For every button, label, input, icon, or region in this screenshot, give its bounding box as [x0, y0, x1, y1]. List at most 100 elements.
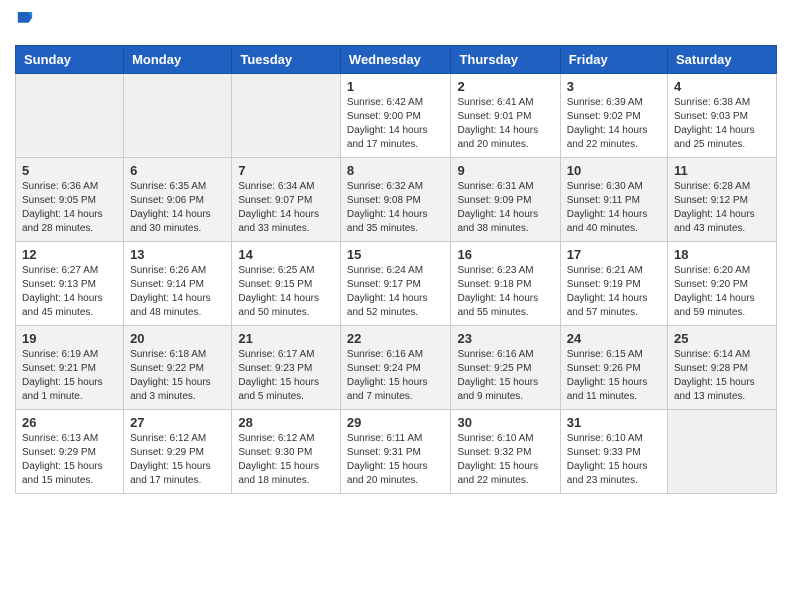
calendar-cell: 21 Sunrise: 6:17 AM Sunset: 9:23 PM Dayli…	[232, 326, 341, 410]
calendar-cell: 17 Sunrise: 6:21 AM Sunset: 9:19 PM Dayli…	[560, 242, 667, 326]
day-info: Sunrise: 6:19 AM Sunset: 9:21 PM Dayligh…	[22, 348, 117, 404]
calendar-week-2: 5 Sunrise: 6:36 AM Sunset: 9:05 PM Daylig…	[16, 158, 777, 242]
day-info: Sunrise: 6:15 AM Sunset: 9:26 PM Dayligh…	[567, 348, 661, 404]
day-number: 6	[130, 163, 225, 178]
day-info: Sunrise: 6:35 AM Sunset: 9:06 PM Dayligh…	[130, 180, 225, 236]
calendar-cell: 27 Sunrise: 6:12 AM Sunset: 9:29 PM Dayli…	[124, 410, 232, 494]
day-number: 28	[238, 415, 334, 430]
logo	[15, 10, 34, 37]
calendar-cell: 4Sunrise: 6:38 AM Sunset: 9:03 PM Daylig…	[668, 74, 777, 158]
col-monday: Monday	[124, 46, 232, 74]
calendar-cell: 5 Sunrise: 6:36 AM Sunset: 9:05 PM Daylig…	[16, 158, 124, 242]
day-info: Sunrise: 6:28 AM Sunset: 9:12 PM Dayligh…	[674, 180, 770, 236]
logo-icon	[16, 10, 34, 32]
header	[15, 10, 777, 37]
page: Sunday Monday Tuesday Wednesday Thursday…	[0, 0, 792, 612]
day-info: Sunrise: 6:36 AM Sunset: 9:05 PM Dayligh…	[22, 180, 117, 236]
day-number: 17	[567, 247, 661, 262]
calendar: Sunday Monday Tuesday Wednesday Thursday…	[15, 45, 777, 494]
calendar-cell: 13 Sunrise: 6:26 AM Sunset: 9:14 PM Dayli…	[124, 242, 232, 326]
day-number: 15	[347, 247, 445, 262]
day-number: 19	[22, 331, 117, 346]
day-info: Sunrise: 6:27 AM Sunset: 9:13 PM Dayligh…	[22, 264, 117, 320]
calendar-cell: 10Sunrise: 6:30 AM Sunset: 9:11 PM Dayli…	[560, 158, 667, 242]
day-number: 16	[457, 247, 553, 262]
day-info: Sunrise: 6:20 AM Sunset: 9:20 PM Dayligh…	[674, 264, 770, 320]
calendar-cell: 29 Sunrise: 6:11 AM Sunset: 9:31 PM Dayli…	[340, 410, 451, 494]
day-number: 12	[22, 247, 117, 262]
col-tuesday: Tuesday	[232, 46, 341, 74]
day-info: Sunrise: 6:16 AM Sunset: 9:25 PM Dayligh…	[457, 348, 553, 404]
day-number: 13	[130, 247, 225, 262]
day-number: 20	[130, 331, 225, 346]
calendar-cell	[668, 410, 777, 494]
calendar-cell: 20 Sunrise: 6:18 AM Sunset: 9:22 PM Dayli…	[124, 326, 232, 410]
day-info: Sunrise: 6:11 AM Sunset: 9:31 PM Dayligh…	[347, 432, 445, 488]
col-wednesday: Wednesday	[340, 46, 451, 74]
calendar-cell: 7Sunrise: 6:34 AM Sunset: 9:07 PM Daylig…	[232, 158, 341, 242]
day-info: Sunrise: 6:42 AM Sunset: 9:00 PM Dayligh…	[347, 96, 445, 152]
day-info: Sunrise: 6:17 AM Sunset: 9:23 PM Dayligh…	[238, 348, 334, 404]
day-info: Sunrise: 6:39 AM Sunset: 9:02 PM Dayligh…	[567, 96, 661, 152]
day-info: Sunrise: 6:24 AM Sunset: 9:17 PM Dayligh…	[347, 264, 445, 320]
calendar-cell: 9 Sunrise: 6:31 AM Sunset: 9:09 PM Daylig…	[451, 158, 560, 242]
calendar-cell: 3 Sunrise: 6:39 AM Sunset: 9:02 PM Daylig…	[560, 74, 667, 158]
day-number: 1	[347, 79, 445, 94]
calendar-cell: 22 Sunrise: 6:16 AM Sunset: 9:24 PM Dayli…	[340, 326, 451, 410]
day-number: 26	[22, 415, 117, 430]
calendar-cell: 16Sunrise: 6:23 AM Sunset: 9:18 PM Dayli…	[451, 242, 560, 326]
calendar-cell: 30Sunrise: 6:10 AM Sunset: 9:32 PM Dayli…	[451, 410, 560, 494]
calendar-cell: 15 Sunrise: 6:24 AM Sunset: 9:17 PM Dayli…	[340, 242, 451, 326]
col-friday: Friday	[560, 46, 667, 74]
calendar-week-3: 12 Sunrise: 6:27 AM Sunset: 9:13 PM Dayli…	[16, 242, 777, 326]
calendar-cell: 24 Sunrise: 6:15 AM Sunset: 9:26 PM Dayli…	[560, 326, 667, 410]
day-number: 8	[347, 163, 445, 178]
day-info: Sunrise: 6:31 AM Sunset: 9:09 PM Dayligh…	[457, 180, 553, 236]
day-info: Sunrise: 6:10 AM Sunset: 9:33 PM Dayligh…	[567, 432, 661, 488]
calendar-cell	[232, 74, 341, 158]
day-number: 5	[22, 163, 117, 178]
day-info: Sunrise: 6:16 AM Sunset: 9:24 PM Dayligh…	[347, 348, 445, 404]
day-info: Sunrise: 6:26 AM Sunset: 9:14 PM Dayligh…	[130, 264, 225, 320]
day-number: 3	[567, 79, 661, 94]
day-number: 31	[567, 415, 661, 430]
calendar-cell: 23 Sunrise: 6:16 AM Sunset: 9:25 PM Dayli…	[451, 326, 560, 410]
col-saturday: Saturday	[668, 46, 777, 74]
day-info: Sunrise: 6:18 AM Sunset: 9:22 PM Dayligh…	[130, 348, 225, 404]
day-number: 25	[674, 331, 770, 346]
day-info: Sunrise: 6:10 AM Sunset: 9:32 PM Dayligh…	[457, 432, 553, 488]
calendar-week-4: 19 Sunrise: 6:19 AM Sunset: 9:21 PM Dayli…	[16, 326, 777, 410]
calendar-week-5: 26Sunrise: 6:13 AM Sunset: 9:29 PM Dayli…	[16, 410, 777, 494]
day-number: 2	[457, 79, 553, 94]
calendar-cell: 14Sunrise: 6:25 AM Sunset: 9:15 PM Dayli…	[232, 242, 341, 326]
day-info: Sunrise: 6:38 AM Sunset: 9:03 PM Dayligh…	[674, 96, 770, 152]
calendar-cell: 1 Sunrise: 6:42 AM Sunset: 9:00 PM Daylig…	[340, 74, 451, 158]
day-number: 23	[457, 331, 553, 346]
day-number: 22	[347, 331, 445, 346]
day-info: Sunrise: 6:25 AM Sunset: 9:15 PM Dayligh…	[238, 264, 334, 320]
day-number: 21	[238, 331, 334, 346]
day-number: 10	[567, 163, 661, 178]
day-info: Sunrise: 6:14 AM Sunset: 9:28 PM Dayligh…	[674, 348, 770, 404]
day-info: Sunrise: 6:32 AM Sunset: 9:08 PM Dayligh…	[347, 180, 445, 236]
calendar-cell: 12 Sunrise: 6:27 AM Sunset: 9:13 PM Dayli…	[16, 242, 124, 326]
calendar-cell: 11 Sunrise: 6:28 AM Sunset: 9:12 PM Dayli…	[668, 158, 777, 242]
day-number: 27	[130, 415, 225, 430]
calendar-cell	[124, 74, 232, 158]
calendar-week-1: 1 Sunrise: 6:42 AM Sunset: 9:00 PM Daylig…	[16, 74, 777, 158]
calendar-cell: 2 Sunrise: 6:41 AM Sunset: 9:01 PM Daylig…	[451, 74, 560, 158]
calendar-cell: 28Sunrise: 6:12 AM Sunset: 9:30 PM Dayli…	[232, 410, 341, 494]
calendar-cell: 25 Sunrise: 6:14 AM Sunset: 9:28 PM Dayli…	[668, 326, 777, 410]
day-number: 11	[674, 163, 770, 178]
day-number: 9	[457, 163, 553, 178]
calendar-cell: 8 Sunrise: 6:32 AM Sunset: 9:08 PM Daylig…	[340, 158, 451, 242]
day-number: 7	[238, 163, 334, 178]
day-number: 24	[567, 331, 661, 346]
day-info: Sunrise: 6:21 AM Sunset: 9:19 PM Dayligh…	[567, 264, 661, 320]
day-number: 18	[674, 247, 770, 262]
calendar-cell	[16, 74, 124, 158]
day-info: Sunrise: 6:12 AM Sunset: 9:29 PM Dayligh…	[130, 432, 225, 488]
calendar-cell: 19 Sunrise: 6:19 AM Sunset: 9:21 PM Dayli…	[16, 326, 124, 410]
day-number: 29	[347, 415, 445, 430]
day-info: Sunrise: 6:41 AM Sunset: 9:01 PM Dayligh…	[457, 96, 553, 152]
